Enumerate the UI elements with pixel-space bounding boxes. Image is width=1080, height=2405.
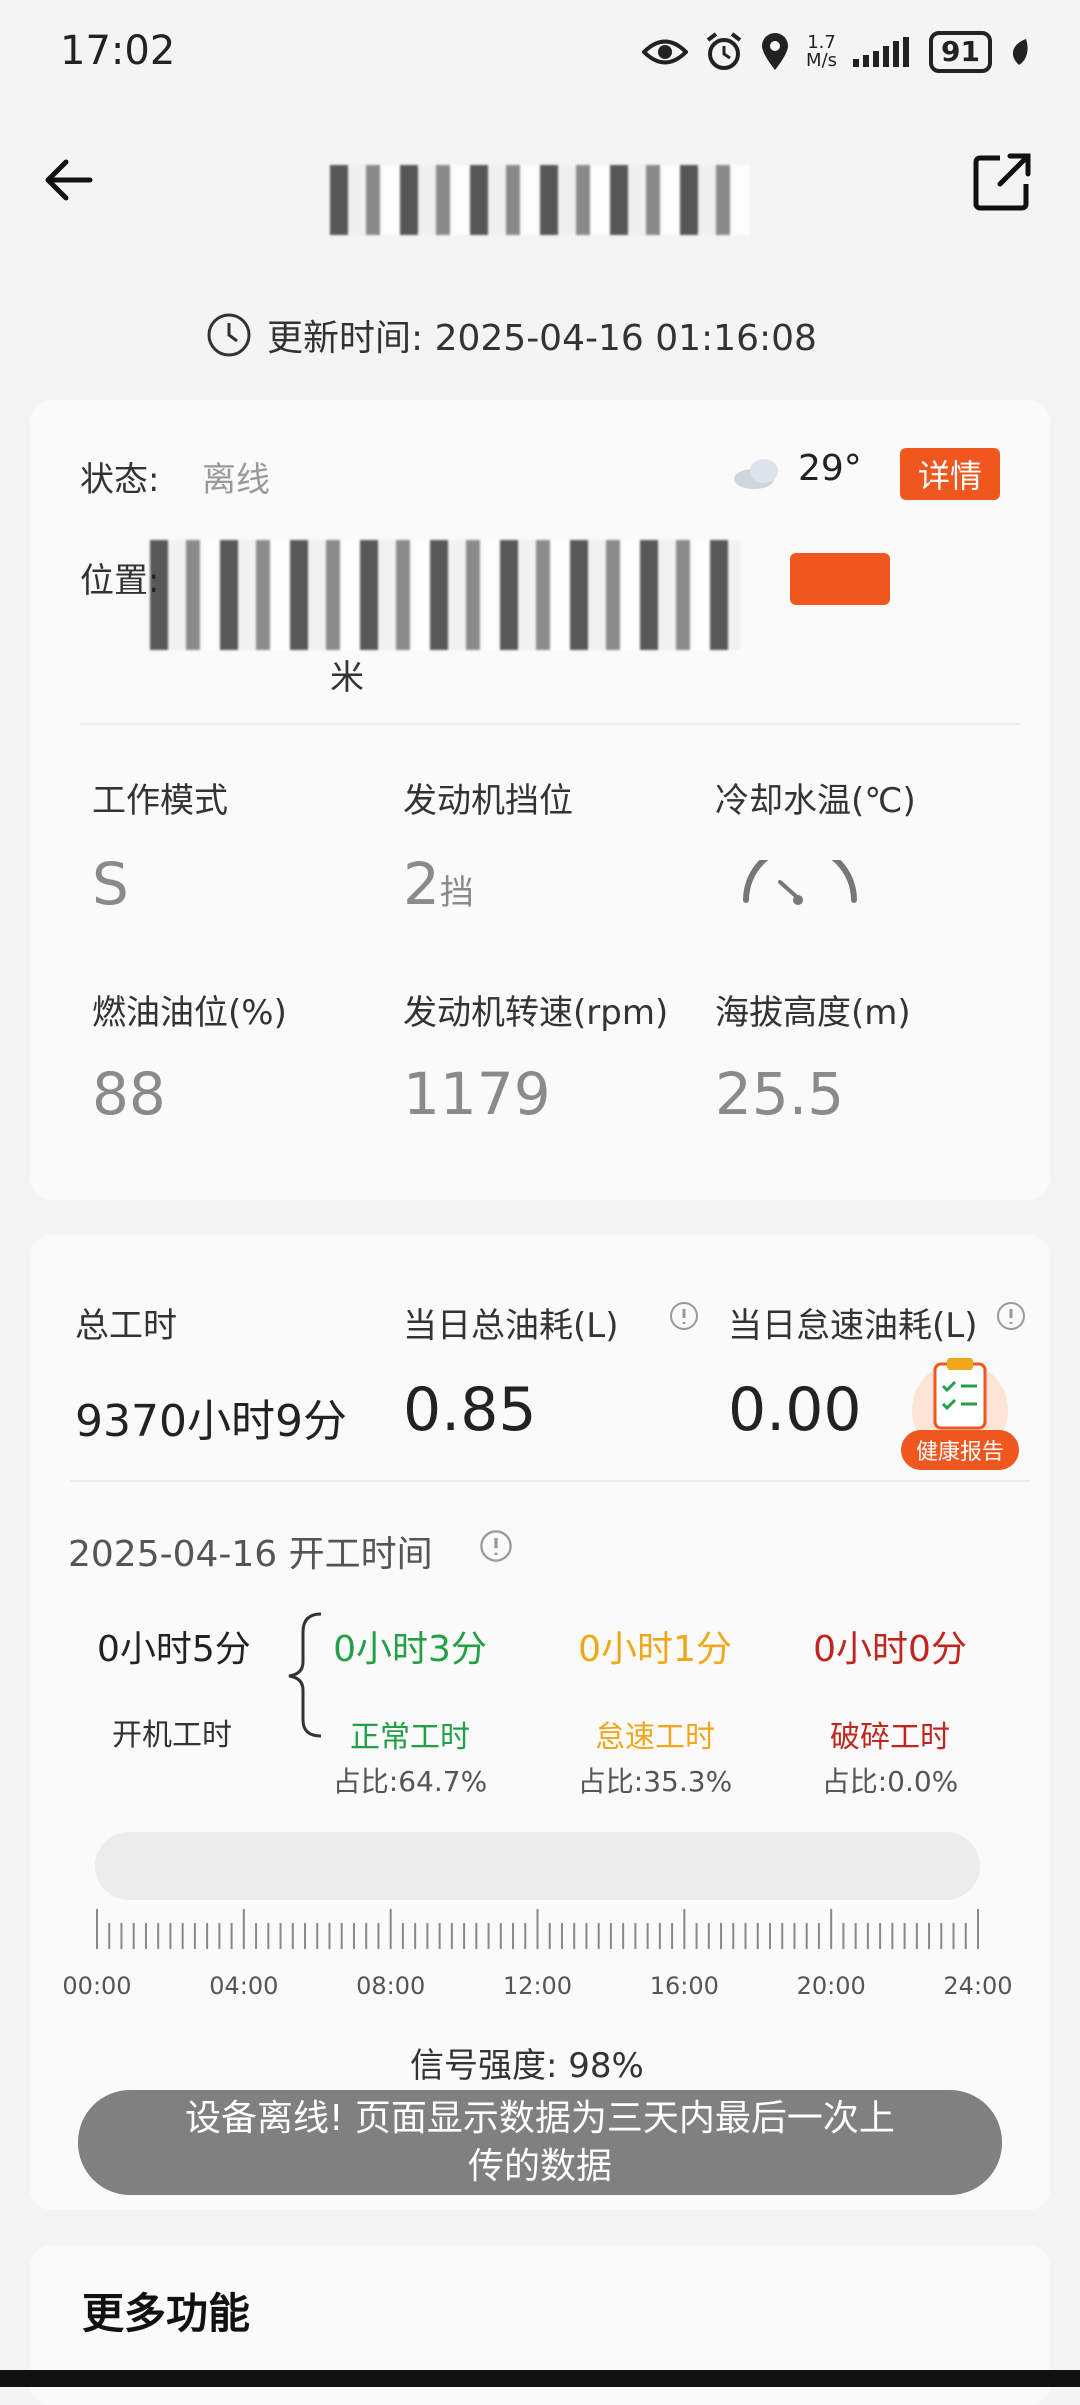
total-hours-value: 9370小时9分 xyxy=(75,1396,347,1447)
metric-value-work-mode: S xyxy=(92,850,129,918)
divider xyxy=(80,723,1020,725)
location-label: 位置: xyxy=(80,561,160,601)
idle-work-value: 0小时1分 xyxy=(578,1629,732,1670)
idle-work-ratio: 占比:35.3% xyxy=(577,1765,733,1798)
day-fuel-info-icon[interactable] xyxy=(668,1300,700,1336)
coolant-gauge-icon xyxy=(740,843,860,924)
timeline-hour-label: 16:00 xyxy=(649,1972,719,2000)
idle-fuel-info-icon[interactable] xyxy=(995,1300,1027,1336)
work-time-info-icon[interactable] xyxy=(478,1528,514,1568)
timeline-ticks xyxy=(96,1909,979,1949)
arrow-left-icon xyxy=(45,159,93,201)
metric-label-work-mode: 工作模式 xyxy=(92,781,228,821)
idle-fuel-value: 0.00 xyxy=(728,1375,862,1445)
day-fuel-label: 当日总油耗(L) xyxy=(403,1306,619,1346)
location-icon xyxy=(760,32,790,72)
signal-icon xyxy=(853,37,913,67)
update-time-row: 更新时间: 2025-04-16 01:16:08 xyxy=(205,305,817,365)
normal-work-ratio: 占比:64.7% xyxy=(332,1765,488,1798)
location-distance-suffix: 米 xyxy=(330,658,364,698)
clock-icon xyxy=(207,313,251,357)
leaf-icon xyxy=(1008,37,1030,67)
alarm-icon xyxy=(704,32,744,72)
page-title-redacted xyxy=(330,165,750,235)
status-time: 17:02 xyxy=(60,28,176,74)
on-time-label: 开机工时 xyxy=(112,1718,232,1753)
offline-toast: 设备离线! 页面显示数据为三天内最后一次上 传的数据 xyxy=(78,2090,1002,2195)
timeline-hour-label: 20:00 xyxy=(796,1972,866,2000)
status-icons: 1.7 M/s 91 xyxy=(642,26,1030,78)
normal-work-value: 0小时3分 xyxy=(333,1629,487,1670)
normal-work-label: 正常工时 xyxy=(350,1720,470,1755)
idle-fuel-label: 当日怠速油耗(L) xyxy=(728,1306,978,1346)
on-time-value: 0小时5分 xyxy=(97,1629,251,1670)
idle-work-label: 怠速工时 xyxy=(595,1720,715,1755)
temperature: 29° xyxy=(798,448,862,489)
divider xyxy=(70,1480,1030,1482)
metric-label-altitude: 海拔高度(m) xyxy=(715,993,911,1033)
normal-work-col: 0小时3分 正常工时 占比:64.7% xyxy=(320,1620,500,1800)
metric-label-coolant-temp: 冷却水温(℃) xyxy=(715,781,916,821)
metric-value-altitude: 25.5 xyxy=(715,1060,845,1128)
metric-label-fuel-level: 燃油油位(%) xyxy=(92,993,287,1033)
bottom-strip xyxy=(0,2370,1080,2387)
timeline-hour-label: 24:00 xyxy=(943,1972,1013,2000)
back-button[interactable] xyxy=(40,150,120,230)
signal-strength: 信号强度: 98% xyxy=(410,2046,644,2086)
day-fuel-value: 0.85 xyxy=(403,1375,537,1445)
brace-icon xyxy=(285,1610,325,1744)
metric-label-engine-rpm: 发动机转速(rpm) xyxy=(403,993,669,1033)
toast-line1: 设备离线! 页面显示数据为三天内最后一次上 xyxy=(185,2097,895,2139)
metric-value-gear: 2挡 xyxy=(403,850,474,918)
health-report-button[interactable]: 健康报告 xyxy=(895,1350,1025,1480)
break-work-ratio: 占比:0.0% xyxy=(821,1765,959,1798)
break-work-col: 0小时0分 破碎工时 占比:0.0% xyxy=(790,1620,990,1800)
toast-line2: 传的数据 xyxy=(467,2145,612,2187)
idle-work-col: 0小时1分 怠速工时 占比:35.3% xyxy=(555,1620,755,1800)
status-label: 状态: xyxy=(80,460,160,500)
total-hours-label: 总工时 xyxy=(75,1306,177,1346)
metric-label-gear: 发动机挡位 xyxy=(403,781,573,821)
more-functions-title: 更多功能 xyxy=(82,2289,251,2338)
eye-icon xyxy=(642,37,689,67)
status-bar: 17:02 1.7 M/s 91 xyxy=(0,0,1080,110)
metric-value-engine-rpm: 1179 xyxy=(403,1060,551,1128)
timeline-bar[interactable] xyxy=(95,1832,980,1900)
timeline-hour-label: 08:00 xyxy=(356,1972,426,2000)
cloudy-icon xyxy=(730,455,786,495)
share-icon xyxy=(973,153,1031,211)
break-work-label: 破碎工时 xyxy=(830,1720,950,1755)
share-button[interactable] xyxy=(970,150,1050,230)
break-work-value: 0小时0分 xyxy=(813,1629,967,1670)
metric-value-fuel-level: 88 xyxy=(92,1060,166,1128)
timeline-hour-label: 04:00 xyxy=(209,1972,279,2000)
work-time-title: 2025-04-16 开工时间 xyxy=(68,1534,433,1575)
net-speed: 1.7 M/s xyxy=(806,32,838,71)
timeline-hour-label: 00:00 xyxy=(62,1972,132,2000)
location-redacted xyxy=(150,540,740,650)
navigate-button[interactable] xyxy=(790,553,890,605)
timeline-hour-label: 12:00 xyxy=(502,1972,573,2000)
status-value: 离线 xyxy=(202,460,270,500)
health-report-label: 健康报告 xyxy=(901,1430,1019,1470)
update-time: 更新时间: 2025-04-16 01:16:08 xyxy=(267,318,817,359)
detail-button[interactable]: 详情 xyxy=(900,448,1000,500)
battery-indicator: 91 xyxy=(929,31,992,73)
